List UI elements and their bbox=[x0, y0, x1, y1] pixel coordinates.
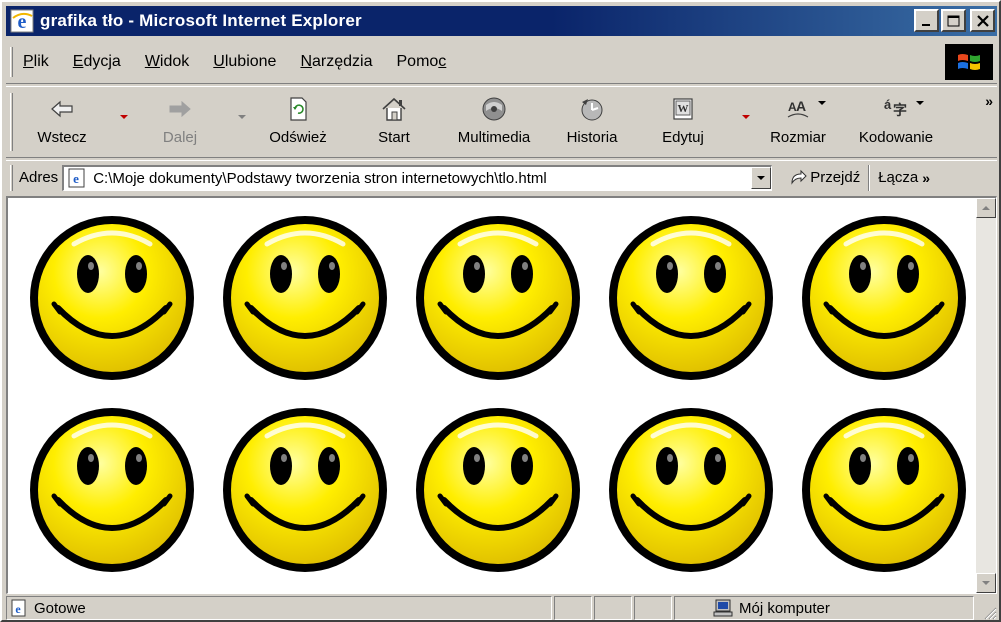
encoding-button[interactable]: á 字 Kodowanie bbox=[852, 93, 940, 153]
edit-button[interactable]: W Edytuj bbox=[654, 93, 712, 153]
svg-text:á: á bbox=[884, 97, 892, 112]
page-content[interactable] bbox=[6, 196, 997, 594]
address-input[interactable]: e C:\Moje dokumenty\Podstawy tworzenia s… bbox=[62, 164, 773, 191]
edit-icon: W bbox=[673, 98, 693, 120]
font-size-icon: A A bbox=[787, 98, 809, 118]
menu-ulubione[interactable]: Ulubione bbox=[213, 53, 276, 71]
history-label: Historia bbox=[566, 129, 618, 146]
status-zone: Mój komputer bbox=[674, 596, 974, 620]
toolbar-grip[interactable] bbox=[10, 93, 13, 151]
menu-bar: Plik Edycja Widok Ulubione Narzędzia Pom… bbox=[6, 40, 997, 84]
menu-narzedzia[interactable]: Narzędzia bbox=[300, 53, 372, 71]
home-label: Start bbox=[378, 129, 410, 146]
window-title: grafika tło - Microsoft Internet Explore… bbox=[40, 11, 362, 30]
smiley-face-icon bbox=[416, 408, 580, 572]
go-button[interactable]: Przejdź bbox=[788, 168, 860, 188]
smiley-face-icon bbox=[609, 216, 773, 380]
refresh-icon bbox=[290, 97, 307, 121]
svg-text:字: 字 bbox=[893, 102, 907, 118]
svg-text:e: e bbox=[73, 171, 79, 186]
address-grip[interactable] bbox=[10, 164, 13, 191]
forward-label: Dalej bbox=[162, 129, 198, 146]
history-icon bbox=[581, 99, 603, 121]
back-dropdown-chevron-down-icon[interactable] bbox=[120, 115, 128, 123]
menubar-grip[interactable] bbox=[10, 46, 13, 77]
smiley-face-icon bbox=[223, 408, 387, 572]
status-bar: e Gotowe Mój komputer bbox=[6, 596, 997, 620]
status-main: e Gotowe bbox=[6, 596, 552, 620]
vertical-scrollbar[interactable] bbox=[976, 198, 996, 593]
forward-dropdown-chevron-down-icon[interactable] bbox=[238, 115, 246, 123]
status-pane-2 bbox=[594, 596, 632, 620]
svg-text:e: e bbox=[15, 602, 21, 616]
smiley-face-icon bbox=[802, 408, 966, 572]
browser-window: e grafika tło - Microsoft Internet Explo… bbox=[0, 0, 1001, 622]
minimize-button[interactable] bbox=[914, 9, 939, 32]
window-controls bbox=[912, 9, 995, 32]
encoding-label: Kodowanie bbox=[858, 129, 934, 146]
address-label: Adres bbox=[19, 169, 59, 186]
internet-explorer-icon[interactable]: e bbox=[10, 9, 34, 33]
smiley-face-icon bbox=[416, 216, 580, 380]
address-separator bbox=[868, 164, 871, 191]
history-button[interactable]: Historia bbox=[560, 93, 624, 153]
status-pane-3 bbox=[634, 596, 672, 620]
smiley-face-icon bbox=[30, 408, 194, 572]
my-computer-icon bbox=[713, 599, 733, 617]
svg-text:A: A bbox=[796, 98, 806, 114]
back-arrow-icon bbox=[51, 100, 73, 118]
refresh-label: Odśwież bbox=[269, 129, 327, 146]
minimize-icon bbox=[921, 23, 930, 26]
maximize-button[interactable] bbox=[941, 9, 966, 32]
menu-widok[interactable]: Widok bbox=[145, 53, 189, 71]
title-bar[interactable]: e grafika tło - Microsoft Internet Explo… bbox=[6, 6, 997, 36]
address-value: C:\Moje dokumenty\Podstawy tworzenia str… bbox=[93, 169, 547, 187]
go-label: Przejdź bbox=[810, 169, 861, 186]
refresh-button[interactable]: Odśwież bbox=[262, 93, 334, 153]
close-icon bbox=[976, 14, 989, 27]
go-arrow-icon bbox=[791, 169, 807, 185]
windows-logo-icon bbox=[945, 44, 993, 80]
close-button[interactable] bbox=[970, 9, 995, 32]
scroll-up-button[interactable] bbox=[976, 198, 996, 218]
address-dropdown-chevron-down-icon[interactable] bbox=[751, 167, 772, 189]
multimedia-label: Multimedia bbox=[457, 129, 531, 146]
smiley-face-icon bbox=[223, 216, 387, 380]
smiley-background-tiles bbox=[26, 212, 973, 593]
resize-grip-icon[interactable] bbox=[983, 606, 997, 620]
svg-text:W: W bbox=[678, 103, 689, 115]
status-pane-1 bbox=[554, 596, 592, 620]
smiley-face-icon bbox=[609, 408, 773, 572]
smiley-face-icon bbox=[802, 216, 966, 380]
page-status-icon: e bbox=[11, 599, 26, 617]
back-label: Wstecz bbox=[37, 129, 87, 146]
standard-toolbar: Wstecz Dalej Odśwież Start Multimedia Hi… bbox=[6, 86, 997, 158]
menu-edycja[interactable]: Edycja bbox=[73, 53, 121, 71]
menu-pomoc[interactable]: Pomoc bbox=[397, 53, 447, 71]
font-size-dropdown-chevron-down-icon[interactable] bbox=[818, 101, 826, 109]
forward-arrow-icon bbox=[169, 100, 191, 118]
font-size-label: Rozmiar bbox=[770, 129, 826, 146]
back-button[interactable]: Wstecz bbox=[30, 93, 94, 153]
links-button[interactable]: Łącza bbox=[878, 169, 918, 186]
forward-button[interactable]: Dalej bbox=[152, 93, 208, 153]
page-icon: e bbox=[68, 168, 85, 188]
links-overflow-chevron-icon[interactable]: » bbox=[922, 170, 930, 186]
multimedia-icon bbox=[482, 97, 506, 121]
edit-label: Edytuj bbox=[662, 129, 704, 146]
smiley-face-icon bbox=[30, 216, 194, 380]
address-bar: Adres e C:\Moje dokumenty\Podstawy tworz… bbox=[6, 160, 997, 194]
status-zone-text: Mój komputer bbox=[739, 599, 830, 617]
encoding-dropdown-chevron-down-icon[interactable] bbox=[916, 101, 924, 109]
home-icon bbox=[382, 97, 406, 121]
scroll-down-button[interactable] bbox=[976, 573, 996, 593]
menu-plik[interactable]: Plik bbox=[23, 53, 49, 71]
toolbar-overflow-chevron-icon[interactable]: » bbox=[985, 93, 993, 109]
edit-dropdown-chevron-down-icon[interactable] bbox=[742, 115, 750, 123]
home-button[interactable]: Start bbox=[370, 93, 418, 153]
multimedia-button[interactable]: Multimedia bbox=[452, 93, 536, 153]
status-text: Gotowe bbox=[34, 599, 86, 617]
encoding-icon: á 字 bbox=[884, 97, 907, 118]
maximize-icon bbox=[947, 15, 959, 26]
